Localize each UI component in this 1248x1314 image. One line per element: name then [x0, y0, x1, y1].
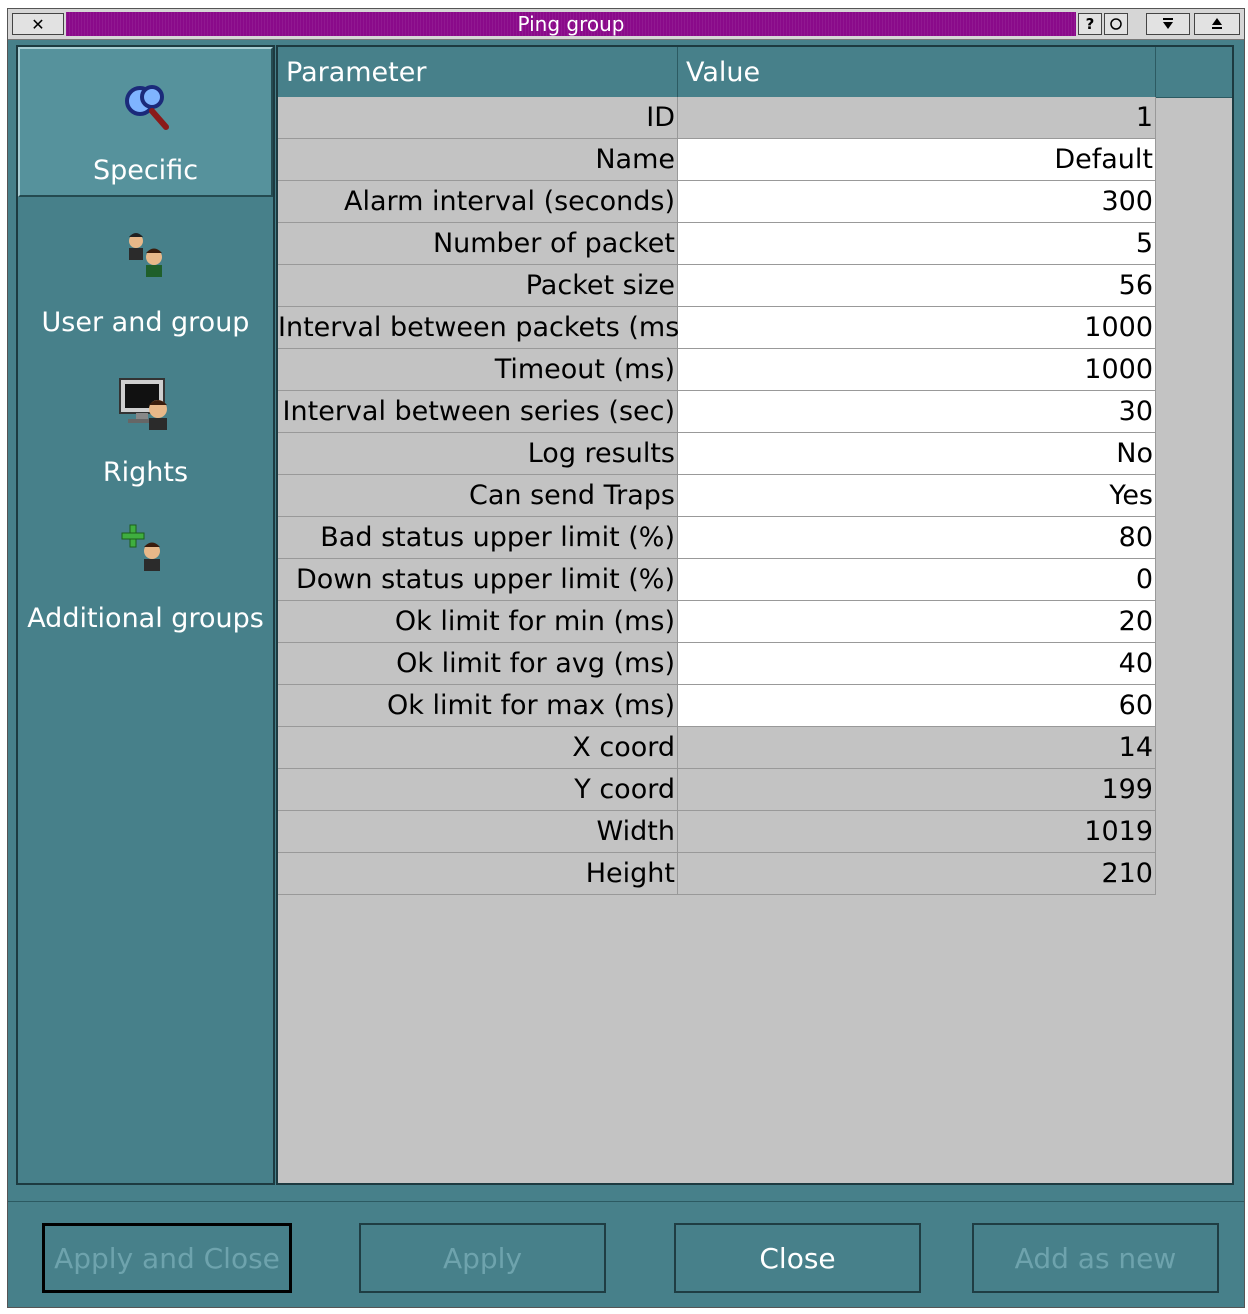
shade-button[interactable]	[1194, 13, 1240, 35]
value-cell[interactable]: 20	[678, 601, 1156, 643]
value-cell[interactable]: 40	[678, 643, 1156, 685]
sidebar-item-label: Rights	[102, 457, 189, 488]
table-row[interactable]: Y coord 199	[278, 769, 1156, 811]
table-row[interactable]: Interval between packets (ms) 1000	[278, 307, 1156, 349]
value-cell[interactable]: 1000	[678, 307, 1156, 349]
value-cell[interactable]: 0	[678, 559, 1156, 601]
parameter-cell: Ok limit for max (ms)	[278, 685, 678, 727]
parameter-cell: Y coord	[278, 769, 678, 811]
value-cell[interactable]: Default	[678, 139, 1156, 181]
table-row[interactable]: Bad status upper limit (%) 80	[278, 517, 1156, 559]
value-cell[interactable]: Yes	[678, 475, 1156, 517]
button-label: Close	[759, 1241, 836, 1275]
help-button[interactable]: ?	[1078, 13, 1102, 35]
parameter-cell: Height	[278, 853, 678, 895]
apply-button[interactable]: Apply	[359, 1223, 606, 1293]
value-cell: 1019	[678, 811, 1156, 853]
value-cell: 14	[678, 727, 1156, 769]
parameter-cell: X coord	[278, 727, 678, 769]
button-label: Add as new	[1014, 1241, 1177, 1275]
window-title-text: Ping group	[517, 12, 625, 36]
parameter-cell: Width	[278, 811, 678, 853]
button-label: Apply and Close	[54, 1241, 280, 1275]
table-row[interactable]: Timeout (ms) 1000	[278, 349, 1156, 391]
value-cell: 1	[678, 97, 1156, 139]
parameter-cell: Ok limit for min (ms)	[278, 601, 678, 643]
close-window-button[interactable]: ✕	[12, 13, 64, 35]
magnifier-icon	[124, 85, 169, 130]
table-row[interactable]: Ok limit for min (ms) 20	[278, 601, 1156, 643]
parameter-table: Parameter Value ID 1 Name Default Alarm inte…	[276, 45, 1234, 1185]
title-bar: ✕ Ping group ?	[8, 9, 1244, 40]
parameter-cell: Timeout (ms)	[278, 349, 678, 391]
table-row[interactable]: Ok limit for max (ms) 60	[278, 685, 1156, 727]
value-cell[interactable]: No	[678, 433, 1156, 475]
table-header: Parameter Value	[278, 47, 1232, 98]
parameter-cell: Number of packet	[278, 223, 678, 265]
users-icon	[128, 233, 162, 277]
table-row[interactable]: Log results No	[278, 433, 1156, 475]
value-cell[interactable]: 60	[678, 685, 1156, 727]
circle-button[interactable]	[1104, 13, 1128, 35]
parameter-cell: Bad status upper limit (%)	[278, 517, 678, 559]
parameter-cell: ID	[278, 97, 678, 139]
table-row[interactable]: Name Default	[278, 139, 1156, 181]
column-header-parameter[interactable]: Parameter	[278, 47, 678, 97]
sidebar-item-label: User and group	[41, 307, 250, 338]
sidebar-item-user-and-group[interactable]: User and group	[18, 207, 273, 347]
sidebar-item-specific[interactable]: Specific	[18, 47, 273, 197]
close-button[interactable]: Close	[674, 1223, 921, 1293]
value-cell[interactable]: 30	[678, 391, 1156, 433]
parameter-cell: Down status upper limit (%)	[278, 559, 678, 601]
value-cell[interactable]: 56	[678, 265, 1156, 307]
sidebar-item-additional-groups[interactable]: Additional groups	[18, 507, 273, 647]
separator	[8, 1185, 1244, 1202]
value-cell[interactable]: 5	[678, 223, 1156, 265]
circle-icon	[1110, 18, 1122, 30]
parameter-cell: Interval between packets (ms)	[278, 307, 690, 349]
sidebar-item-rights[interactable]: Rights	[18, 357, 273, 497]
table-row[interactable]: Alarm interval (seconds) 300	[278, 181, 1156, 223]
arrow-down-icon	[1163, 18, 1173, 29]
add-user-icon	[121, 524, 160, 571]
value-cell: 210	[678, 853, 1156, 895]
dialog-window: ✕ Ping group ? Specific User and group R…	[7, 8, 1245, 1308]
column-header-label: Parameter	[286, 56, 427, 88]
sidebar-item-label: Additional groups	[27, 603, 264, 634]
column-header-label: Value	[686, 56, 761, 88]
value-cell[interactable]: 300	[678, 181, 1156, 223]
add-as-new-button[interactable]: Add as new	[972, 1223, 1219, 1293]
help-icon: ?	[1085, 15, 1095, 33]
close-icon: ✕	[31, 14, 45, 34]
button-label: Apply	[442, 1241, 523, 1275]
table-row[interactable]: Down status upper limit (%) 0	[278, 559, 1156, 601]
table-row[interactable]: ID 1	[278, 97, 1156, 139]
parameter-cell: Packet size	[278, 265, 678, 307]
parameter-cell: Interval between series (sec)	[278, 391, 678, 433]
table-row[interactable]: Packet size 56	[278, 265, 1156, 307]
table-row[interactable]: Ok limit for avg (ms) 40	[278, 643, 1156, 685]
parameter-cell: Name	[278, 139, 678, 181]
arrow-up-icon	[1212, 18, 1222, 29]
window-title: Ping group	[66, 12, 1076, 36]
parameter-cell: Can send Traps	[278, 475, 678, 517]
table-row[interactable]: Width 1019	[278, 811, 1156, 853]
apply-and-close-button[interactable]: Apply and Close	[42, 1223, 292, 1293]
sidebar-item-label: Specific	[92, 155, 199, 186]
table-row[interactable]: X coord 14	[278, 727, 1156, 769]
value-cell: 199	[678, 769, 1156, 811]
monitor-user-icon	[118, 378, 167, 430]
value-cell[interactable]: 80	[678, 517, 1156, 559]
table-row[interactable]: Number of packet 5	[278, 223, 1156, 265]
sidebar: Specific User and group Rights Additiona…	[16, 45, 275, 1185]
column-header-value[interactable]: Value	[678, 47, 1156, 97]
table-row[interactable]: Interval between series (sec) 30	[278, 391, 1156, 433]
parameter-cell: Log results	[278, 433, 678, 475]
table-row[interactable]: Height 210	[278, 853, 1156, 895]
maximize-button[interactable]	[1146, 13, 1190, 35]
table-row[interactable]: Can send Traps Yes	[278, 475, 1156, 517]
value-cell[interactable]: 1000	[678, 349, 1156, 391]
parameter-cell: Alarm interval (seconds)	[278, 181, 678, 223]
parameter-cell: Ok limit for avg (ms)	[278, 643, 678, 685]
